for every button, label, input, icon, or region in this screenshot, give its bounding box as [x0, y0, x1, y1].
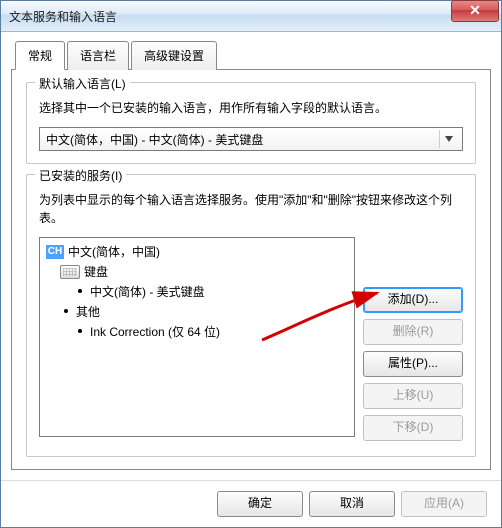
button-label: 下移(D): [393, 420, 434, 434]
services-body: CH 中文(简体，中国) 键盘: [39, 237, 463, 441]
tree-item-label: Ink Correction (仅 64 位): [90, 322, 220, 342]
titlebar: 文本服务和输入语言 ✕: [1, 1, 501, 32]
group-installed-services: 已安装的服务(I) 为列表中显示的每个输入语言选择服务。使用"添加"和"删除"按…: [26, 174, 476, 457]
services-buttons: 添加(D)... 删除(R) 属性(P)... 上移(U) 下移(D): [363, 237, 463, 441]
dialog-window: 文本服务和输入语言 ✕ 常规 语言栏 高级键设置 默认输入语言(L) 选择其中一…: [0, 0, 502, 528]
tab-langbar[interactable]: 语言栏: [67, 41, 129, 70]
tabstrip: 常规 语言栏 高级键设置: [15, 40, 491, 69]
button-label: 取消: [340, 496, 364, 510]
dialog-footer: 确定 取消 应用(A): [1, 480, 501, 527]
lang-badge-icon: CH: [46, 245, 64, 259]
tab-label: 高级键设置: [144, 49, 204, 63]
button-label: 确定: [248, 496, 272, 510]
close-button[interactable]: ✕: [451, 0, 499, 22]
button-label: 上移(U): [393, 388, 434, 402]
content-area: 常规 语言栏 高级键设置 默认输入语言(L) 选择其中一个已安装的输入语言，用作…: [1, 32, 501, 480]
services-desc: 为列表中显示的每个输入语言选择服务。使用"添加"和"删除"按钮来修改这个列表。: [39, 191, 463, 227]
window-title: 文本服务和输入语言: [9, 8, 497, 25]
services-tree[interactable]: CH 中文(简体，中国) 键盘: [39, 237, 355, 437]
tab-label: 常规: [28, 49, 52, 63]
tree-other-item[interactable]: Ink Correction (仅 64 位): [74, 322, 350, 342]
bullet-icon: [78, 329, 82, 333]
tree-lang-label: 中文(简体，中国): [68, 242, 160, 262]
bullet-icon: [64, 309, 68, 313]
default-lang-desc: 选择其中一个已安装的输入语言，用作所有输入字段的默认语言。: [39, 99, 463, 117]
group-default-language: 默认输入语言(L) 选择其中一个已安装的输入语言，用作所有输入字段的默认语言。 …: [26, 82, 476, 164]
tree-keyboard-row[interactable]: 键盘: [60, 262, 350, 282]
default-lang-dropdown[interactable]: 中文(简体，中国) - 中文(简体) - 美式键盘: [39, 127, 463, 151]
tab-general[interactable]: 常规: [15, 41, 65, 70]
move-up-button: 上移(U): [363, 383, 463, 409]
bullet-icon: [78, 289, 82, 293]
button-label: 应用(A): [424, 496, 464, 510]
tabpanel-general: 默认输入语言(L) 选择其中一个已安装的输入语言，用作所有输入字段的默认语言。 …: [11, 69, 491, 470]
remove-button: 删除(R): [363, 319, 463, 345]
tree-keyboard-label: 键盘: [84, 262, 108, 282]
apply-button: 应用(A): [401, 491, 487, 517]
tab-advanced-keys[interactable]: 高级键设置: [131, 41, 217, 70]
tree-other-row[interactable]: 其他: [60, 302, 350, 322]
add-button[interactable]: 添加(D)...: [363, 287, 463, 313]
properties-button[interactable]: 属性(P)...: [363, 351, 463, 377]
tab-label: 语言栏: [80, 49, 116, 63]
tree-other-label: 其他: [76, 302, 100, 322]
tree-lang-row[interactable]: CH 中文(简体，中国): [46, 242, 350, 262]
chevron-down-icon: [439, 130, 458, 148]
group-label: 已安装的服务(I): [35, 167, 126, 184]
close-icon: ✕: [469, 2, 481, 18]
button-label: 删除(R): [393, 324, 434, 338]
group-label: 默认输入语言(L): [35, 75, 130, 92]
cancel-button[interactable]: 取消: [309, 491, 395, 517]
button-label: 属性(P)...: [388, 356, 438, 370]
move-down-button: 下移(D): [363, 415, 463, 441]
ok-button[interactable]: 确定: [217, 491, 303, 517]
tree-item-label: 中文(简体) - 美式键盘: [90, 282, 205, 302]
keyboard-icon: [60, 265, 80, 279]
dropdown-value: 中文(简体，中国) - 中文(简体) - 美式键盘: [46, 131, 439, 148]
tree-keyboard-item[interactable]: 中文(简体) - 美式键盘: [74, 282, 350, 302]
button-label: 添加(D)...: [388, 292, 439, 306]
